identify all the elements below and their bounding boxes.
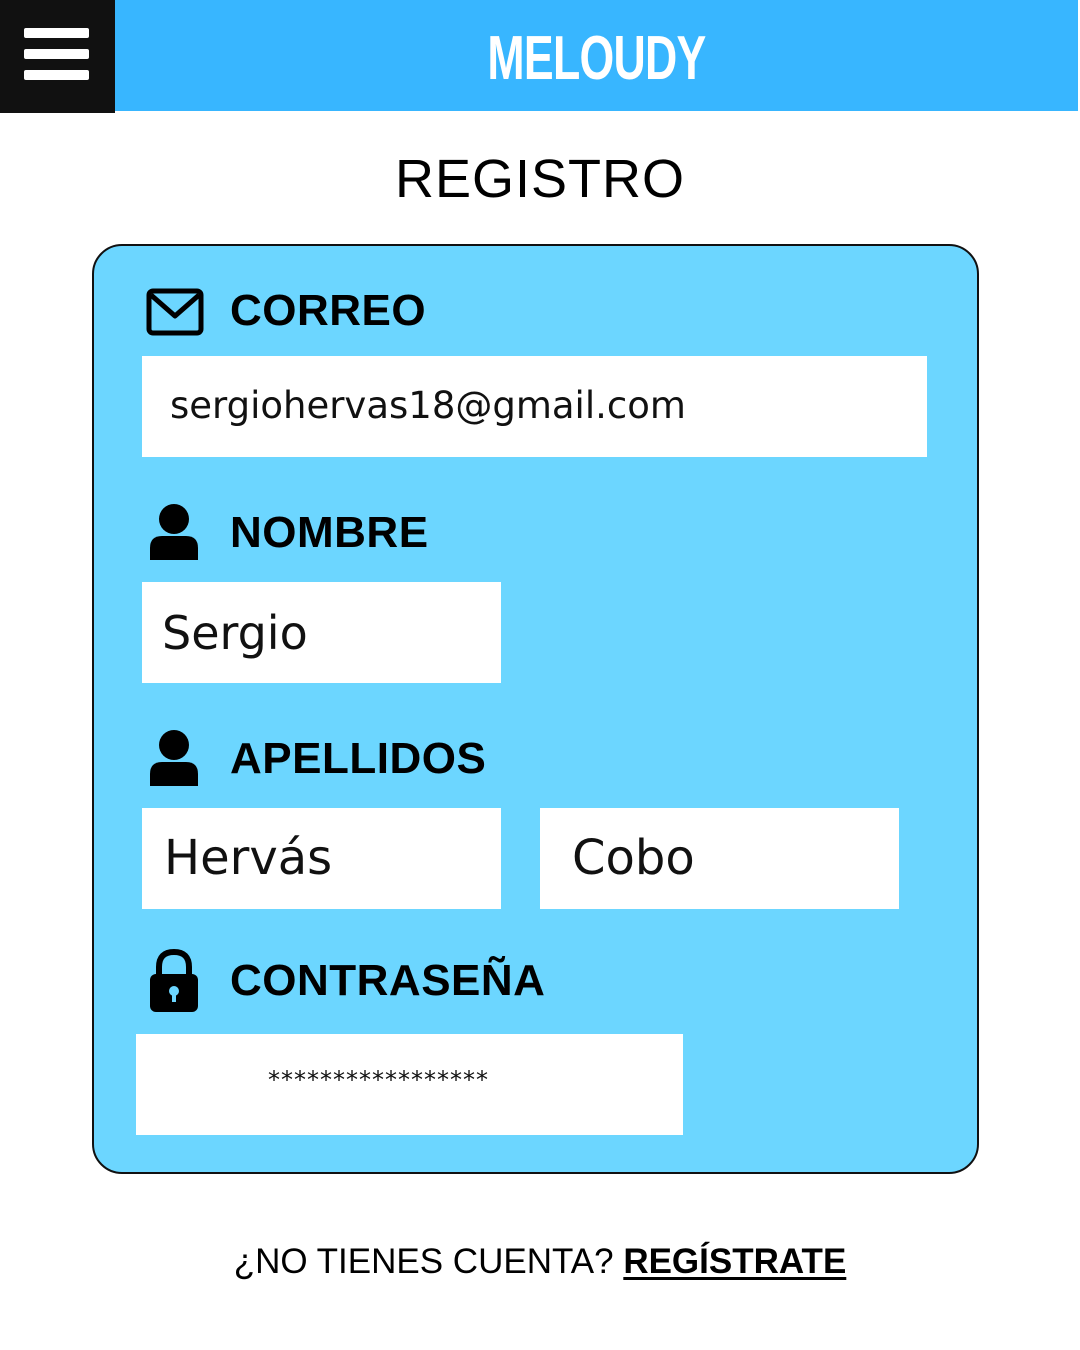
- first-surname-field[interactable]: Hervás: [142, 808, 501, 909]
- envelope-icon: [146, 288, 204, 340]
- menu-button[interactable]: [0, 0, 115, 113]
- surnames-label: APELLIDOS: [230, 734, 487, 783]
- signup-prompt: ¿NO TIENES CUENTA? REGÍSTRATE: [0, 1242, 1080, 1282]
- email-field[interactable]: sergiohervas18@gmail.com: [142, 356, 927, 457]
- email-label: CORREO: [230, 286, 427, 335]
- brand-logo: MELOUDY: [487, 24, 706, 93]
- second-surname-field[interactable]: Cobo: [540, 808, 899, 909]
- signup-prompt-text: ¿NO TIENES CUENTA?: [233, 1242, 614, 1281]
- lock-icon: [148, 948, 200, 1018]
- user-icon: [148, 728, 200, 792]
- page-title: REGISTRO: [394, 149, 686, 209]
- first-name-label: NOMBRE: [230, 508, 429, 557]
- register-link[interactable]: REGÍSTRATE: [623, 1242, 846, 1281]
- registration-form: CORREO sergiohervas18@gmail.com NOMBRE S…: [92, 244, 979, 1174]
- password-label: CONTRASEÑA: [230, 956, 546, 1005]
- header-bar: MELOUDY: [115, 0, 1078, 111]
- password-field[interactable]: *****************: [136, 1034, 683, 1135]
- user-icon: [148, 502, 200, 566]
- first-name-field[interactable]: Sergio: [142, 582, 501, 683]
- registration-page: MELOUDY REGISTRO CORREO sergiohervas18@g…: [0, 0, 1080, 1350]
